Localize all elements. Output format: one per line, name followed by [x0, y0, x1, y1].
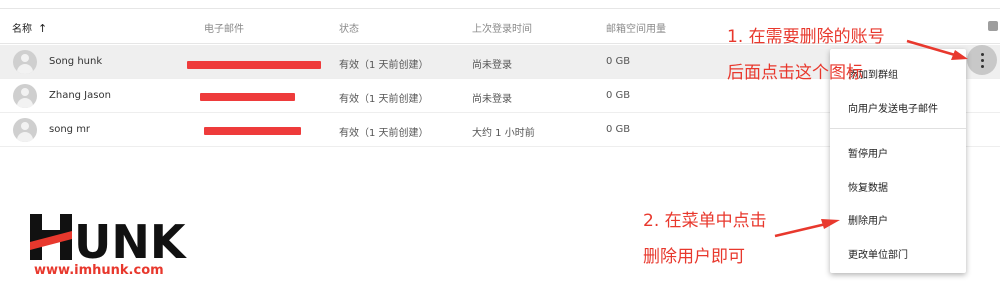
menu-item-suspend-user[interactable]: 暂停用户 — [848, 145, 888, 160]
user-last-login: 尚未登录 — [472, 60, 512, 71]
collapse-icon[interactable] — [988, 21, 998, 31]
sort-arrow-up-icon[interactable]: ↑ — [38, 22, 47, 35]
user-storage: 0 GB — [606, 124, 631, 135]
menu-item-restore-data[interactable]: 恢复数据 — [848, 179, 888, 194]
logo-text: UNK — [74, 215, 188, 262]
user-name[interactable]: song mr — [49, 124, 90, 135]
more-vert-icon[interactable] — [967, 45, 997, 75]
avatar — [13, 84, 37, 108]
annotation-step1-line1: 1. 在需要删除的账号 — [727, 27, 885, 47]
user-name[interactable]: Song hunk — [49, 56, 102, 67]
user-last-login: 大约 1 小时前 — [472, 128, 535, 139]
user-status: 有效（1 天前创建） — [339, 60, 429, 71]
menu-item-delete-user[interactable]: 删除用户 — [848, 212, 888, 227]
email-redaction — [200, 93, 295, 101]
user-status: 有效（1 天前创建） — [339, 128, 429, 139]
user-status: 有效（1 天前创建） — [339, 94, 429, 105]
header-email[interactable]: 电子邮件 — [204, 20, 244, 35]
header-name[interactable]: 名称 ↑ — [12, 20, 47, 35]
avatar — [13, 118, 37, 142]
user-name[interactable]: Zhang Jason — [49, 90, 111, 101]
logo-url: www.imhunk.com — [34, 263, 164, 278]
user-last-login: 尚未登录 — [472, 94, 512, 105]
user-storage: 0 GB — [606, 56, 631, 67]
email-redaction — [187, 61, 321, 69]
menu-item-change-org-unit[interactable]: 更改单位部门 — [848, 246, 908, 261]
arrow-step2-line — [774, 222, 827, 238]
annotation-step2-line1: 2. 在菜单中点击 — [643, 211, 767, 231]
header-name-label: 名称 — [12, 24, 32, 35]
user-storage: 0 GB — [606, 90, 631, 101]
email-redaction — [204, 127, 301, 135]
header-status[interactable]: 状态 — [339, 20, 359, 35]
menu-divider — [830, 128, 966, 129]
menu-item-send-email[interactable]: 向用户发送电子邮件 — [848, 100, 938, 115]
hunk-logo: UNK — [30, 214, 188, 262]
header-storage[interactable]: 邮箱空间用量 — [606, 20, 666, 35]
annotation-step1-line2: 后面点击这个图标 — [727, 63, 863, 83]
avatar — [13, 50, 37, 74]
annotation-step2-line2: 删除用户即可 — [643, 247, 745, 267]
header-last-login[interactable]: 上次登录时间 — [472, 20, 532, 35]
